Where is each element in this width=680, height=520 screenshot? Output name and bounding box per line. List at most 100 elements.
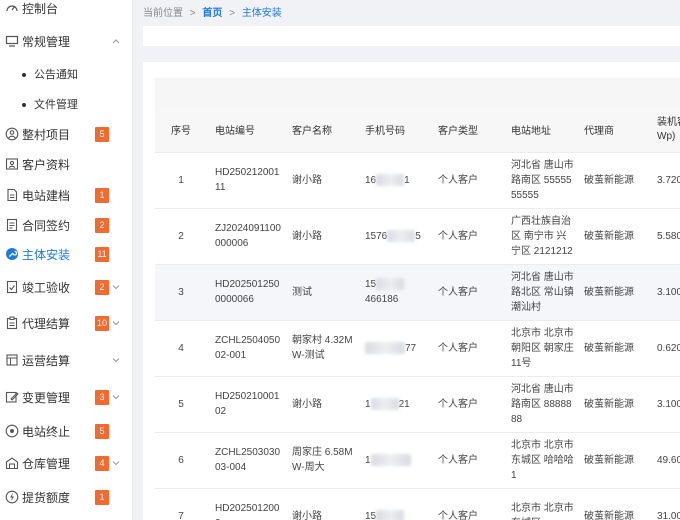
- bullet-icon: [22, 103, 26, 107]
- phone-visible-prefix: 1: [365, 454, 371, 466]
- col-header-capacity[interactable]: 装机容量(KWp): [649, 108, 680, 153]
- breadcrumb-current: 主体安装: [241, 8, 282, 19]
- cell-phone: 15: [357, 488, 430, 520]
- breadcrumb-separator: >: [229, 8, 236, 19]
- sidebar-item-agent-settlement[interactable]: 代理结算 10: [0, 311, 132, 337]
- sidebar-group-regular[interactable]: 常规管理: [0, 29, 132, 55]
- sidebar-item-dashboard[interactable]: 控制台: [0, 0, 132, 22]
- sidebar-item-station-terminate[interactable]: 电站终止 5: [0, 419, 132, 445]
- cell-customer-name: 谢小路: [284, 488, 357, 520]
- col-header-customer-name[interactable]: 客户名称: [284, 108, 357, 153]
- table-row[interactable]: 4 ZCHL250405002-001 朝家村 4.32MW-测试 77 个人客户 北京市…: [155, 320, 680, 377]
- phone-visible-suffix: 77: [405, 342, 417, 354]
- cell-agent: 破茧新能源: [576, 320, 649, 377]
- cell-station-code: HD2025012002: [207, 488, 284, 520]
- cell-agent: 破茧新能源: [576, 152, 649, 209]
- table-row[interactable]: 5 HD25021000102 谢小路 1 21 个人客户 河北省 唐山市 路南区 8888…: [155, 376, 680, 433]
- count-badge: 5: [95, 127, 109, 142]
- phone-visible-suffix: 5: [415, 230, 421, 242]
- cell-agent: 破茧新能源: [576, 488, 649, 520]
- cell-index: 7: [155, 488, 207, 520]
- sidebar-subitem-label: 文件管理: [34, 99, 78, 111]
- count-badge: 3: [95, 390, 109, 405]
- sidebar-item-change[interactable]: 变更管理 3: [0, 385, 132, 411]
- table-row[interactable]: 6 ZCHL250303003-004 周家庄 6.58MW-周大 1 个人客户 北京市 …: [155, 432, 680, 489]
- user-icon: [5, 158, 19, 170]
- redaction-blur: [370, 453, 411, 466]
- phone-visible-suffix: 466186: [365, 294, 399, 305]
- cell-address: 广西壮族自治区 南宁市 兴宁区 2121212: [503, 208, 576, 265]
- count-badge: 11: [95, 247, 109, 262]
- cell-customer-name: 谢小路: [284, 376, 357, 433]
- cell-index: 2: [155, 208, 207, 265]
- sidebar-subitem-files[interactable]: 文件管理: [0, 94, 132, 116]
- sidebar-item-operation-settlement[interactable]: 运营结算: [0, 348, 132, 374]
- col-header-station-code[interactable]: 电站编号: [207, 108, 284, 153]
- cell-customer-name: 朝家村 4.32MW-测试: [284, 320, 357, 377]
- table-panel: 序号 电站编号 客户名称 手机号码 客户类型 电站地址 代理商 装机容量(KWp…: [143, 62, 680, 520]
- chevron-down-icon: [112, 321, 120, 326]
- cell-capacity: 3.100: [649, 264, 680, 321]
- table-row[interactable]: 7HD2025012002谢小路 15 个人客户北京市 北京市 东城区破茧新能源31…: [155, 488, 680, 520]
- cell-customer-type: 个人客户: [430, 376, 503, 433]
- sidebar-item-pickup-quota[interactable]: 提货额度 1: [0, 485, 132, 511]
- sidebar-subitem-announcement[interactable]: 公告通知: [0, 64, 132, 86]
- phone-visible-suffix: 21: [398, 398, 410, 410]
- sidebar-item-village-project[interactable]: 整村项目 5: [0, 122, 132, 148]
- cell-station-code: HD2025012500000066: [207, 264, 284, 321]
- location-icon: [5, 424, 19, 438]
- cell-index: 5: [155, 376, 207, 433]
- sidebar-item-warehouse[interactable]: 仓库管理 4: [0, 451, 132, 477]
- cell-customer-type: 个人客户: [430, 152, 503, 209]
- col-header-address[interactable]: 电站地址: [503, 108, 576, 153]
- sidebar-item-contract[interactable]: 合同签约 2: [0, 213, 132, 239]
- redaction-blur: [365, 341, 405, 354]
- wrench-icon: [6, 248, 18, 260]
- table-row[interactable]: 3 HD2025012500000066 测试 15 466186 个人客户 河北省 唐山市…: [155, 264, 680, 321]
- chevron-down-icon: [112, 358, 120, 363]
- count-badge: 2: [95, 218, 109, 233]
- cell-customer-name: 周家庄 6.58MW-周大: [284, 432, 357, 489]
- cell-customer-name: 测试: [284, 264, 357, 321]
- col-header-phone[interactable]: 手机号码: [357, 108, 430, 153]
- redaction-blur: [376, 509, 405, 520]
- sidebar-item-label: 代理结算: [22, 317, 71, 331]
- box-icon: [6, 354, 18, 366]
- phone-visible-prefix: 15: [365, 510, 377, 520]
- count-badge: 1: [95, 188, 109, 203]
- cell-index: 3: [155, 264, 207, 321]
- sidebar-item-station-archive[interactable]: 电站建档 1: [0, 183, 132, 209]
- cell-agent: 破茧新能源: [576, 264, 649, 321]
- table-header-row: 序号 电站编号 客户名称 手机号码 客户类型 电站地址 代理商 装机容量(KWp…: [155, 108, 680, 153]
- cell-phone: 1 21: [357, 376, 430, 433]
- col-header-customer-type[interactable]: 客户类型: [430, 108, 503, 153]
- breadcrumb-home-link[interactable]: 首页: [202, 8, 222, 19]
- table-row[interactable]: 1 HD25021200111 谢小路 16 1 个人客户 河北省 唐山市 路南区 5555…: [155, 152, 680, 209]
- sidebar-item-label: 变更管理: [22, 391, 71, 405]
- sidebar-item-label: 提货额度: [22, 491, 71, 505]
- cell-capacity: 31.00: [649, 488, 680, 520]
- dashboard-icon: [6, 5, 18, 12]
- sidebar-item-main-install[interactable]: 主体安装 11: [0, 242, 132, 268]
- cell-capacity: 49.60: [649, 432, 680, 489]
- redaction-blur: [376, 278, 405, 291]
- sidebar: 控制台 常规管理 公告通知 文件管理 整村项目 5 客户资料 电站建档 1 合同…: [0, 0, 133, 520]
- cell-agent: 破茧新能源: [576, 376, 649, 433]
- phone-visible-prefix: 1: [365, 398, 371, 410]
- col-header-index[interactable]: 序号: [155, 108, 207, 153]
- table-row[interactable]: 2 ZJ2024091100000006 谢小路 1576 5 个人客户 广西壮族自治区 南…: [155, 208, 680, 265]
- cell-station-code: ZCHL250303003-004: [207, 432, 284, 489]
- sidebar-item-customers[interactable]: 客户资料: [0, 152, 132, 178]
- cell-customer-type: 个人客户: [430, 488, 503, 520]
- cell-capacity: 3.720: [649, 152, 680, 209]
- cell-agent: 破茧新能源: [576, 432, 649, 489]
- sidebar-group-label: 常规管理: [22, 35, 71, 49]
- col-header-agent[interactable]: 代理商: [576, 108, 649, 153]
- warehouse-icon: [5, 457, 19, 470]
- sidebar-item-completion[interactable]: 竣工验收 2: [0, 275, 132, 301]
- cell-address: 河北省 唐山市 路南区 8888888: [503, 376, 576, 433]
- cell-station-code: HD25021200111: [207, 152, 284, 209]
- sidebar-item-label: 电站终止: [22, 425, 71, 439]
- cell-capacity: 3.100: [649, 376, 680, 433]
- sidebar-item-label: 客户资料: [22, 158, 71, 172]
